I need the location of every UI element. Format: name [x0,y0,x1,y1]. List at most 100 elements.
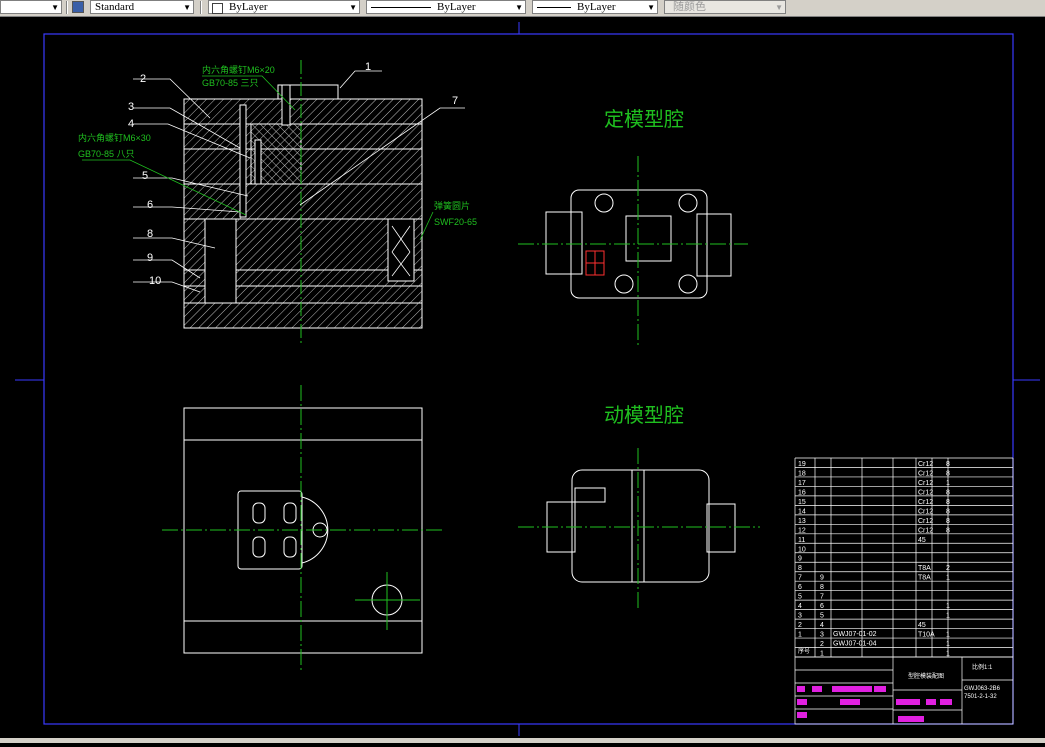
bom-seq-number: 8 [798,565,802,572]
bom-seq-number: 17 [798,480,806,487]
layer-color-select[interactable]: ByLayer ▼ [208,0,360,14]
bom-seq-number: 19 [798,461,806,468]
bom-quantity: 1 [946,613,950,620]
layer-color-value: ByLayer [229,1,268,13]
chevron-down-icon: ▼ [775,3,783,12]
note-screw2-line1: 内六角螺钉M6×30 [78,132,151,143]
note-screw2-line2: GB70-85 八只 [78,149,135,159]
bom-material: 45 [918,537,926,544]
bom-quantity: 8 [946,518,950,525]
bom-seq-number: 3 [798,613,802,620]
bom-material: T8A [918,575,931,582]
cad-drawing: 1 2 3 4 5 6 7 8 9 10 内六角螺钉M6×20 GB70-85 … [15,22,1040,736]
bom-seq-number: 11 [798,537,805,544]
note-spring-line1: 弹簧圆片 [434,200,470,211]
bom-material: Cr12 [918,470,933,477]
lineweight-sample-icon [537,7,571,8]
bom-material: Cr12 [918,508,933,515]
bom-part-number: 8 [820,584,824,591]
textstyle-value: Standard [95,1,135,13]
bom-material: Cr12 [918,518,933,525]
chevron-down-icon: ▼ [183,3,191,12]
bom-quantity: 1 [946,651,950,658]
bom-material: Cr12 [918,480,933,487]
note-spring-line2: SWF20-65 [434,217,477,227]
bom-quantity: 2 [946,565,950,572]
callout-6: 6 [147,199,153,211]
bom-seq-number: 5 [798,594,802,601]
bom-seq-number: 18 [798,470,806,477]
bom-part-number: 2 [820,641,824,648]
bom-quantity: 1 [946,575,950,582]
linetype-select[interactable]: ByLayer ▼ [366,0,526,14]
callout-3: 3 [128,101,134,113]
bom-quantity: 8 [946,461,950,468]
bom-quantity: 1 [946,632,950,639]
bom-seq-number: 15 [798,499,806,506]
callout-2: 2 [140,73,146,85]
moving-cavity-title: 动模型腔 [604,404,684,427]
callout-1: 1 [365,61,371,73]
bom-part-number: 9 [820,575,824,582]
bom-table: 19181716151413121110987654321987654321Cr… [794,457,1014,658]
textstyle-icon[interactable] [72,1,84,13]
bom-material: Cr12 [918,527,933,534]
bom-quantity: 8 [946,470,950,477]
callout-5: 5 [142,170,148,182]
title-block-sub: 7501-2-1-32 [964,694,997,700]
toolbar-separator [200,1,202,14]
bom-seq-number: 1 [798,632,802,639]
chevron-down-icon: ▼ [647,3,655,12]
bom-quantity: 1 [946,641,950,648]
linetype-value: ByLayer [437,1,476,13]
callout-8: 8 [147,228,153,240]
fixed-cavity-title: 定模型腔 [604,108,684,131]
title-block-text: 型腔模装配图 GWJ063-2B6 7501-2-1-32 比例1:1 序号 [798,647,1001,700]
plotstyle-select: 随颜色 ▼ [664,0,786,14]
textstyle-select[interactable]: Standard ▼ [90,0,194,14]
bom-material: Cr12 [918,461,933,468]
bom-material: T10A [918,632,935,639]
title-block-magenta-fields [797,686,952,722]
color-swatch-icon [212,3,223,14]
bom-material: Cr12 [918,489,933,496]
bom-quantity: 8 [946,508,950,515]
moving-cavity-view [518,448,760,608]
bom-quantity: 1 [946,480,950,487]
bom-quantity: 1 [946,603,950,610]
fixed-cavity-view [518,156,748,348]
bom-seq-number: 10 [798,546,806,553]
bom-seq-number: 12 [798,527,806,534]
bom-part-number: 7 [820,594,824,601]
bom-seq-number: 13 [798,518,806,525]
lineweight-select[interactable]: ByLayer ▼ [532,0,658,14]
title-block-name: 型腔模装配图 [908,672,944,680]
callout-10: 10 [149,275,161,287]
bom-quantity: 8 [946,489,950,496]
lineweight-value: ByLayer [577,1,616,13]
bom-material: 45 [918,622,926,629]
callout-9: 9 [147,252,153,264]
toolbar-dropdown-left[interactable]: ▼ [0,0,62,14]
callout-4: 4 [128,118,134,130]
bom-seq-number: 9 [798,556,802,563]
chevron-down-icon: ▼ [51,3,59,12]
bom-part-number: 3 [820,632,824,639]
chevron-down-icon: ▼ [349,3,357,12]
plotstyle-value: 随颜色 [673,1,706,13]
plan-view [162,385,442,672]
bom-code: GWJ07-01-02 [833,631,877,638]
bom-quantity: 8 [946,499,950,506]
bom-seq-number: 7 [798,575,802,582]
bom-seq-number: 2 [798,622,802,629]
note-screw1-line1: 内六角螺钉M6×20 [202,64,275,75]
drawing-canvas[interactable]: 1 2 3 4 5 6 7 8 9 10 内六角螺钉M6×20 GB70-85 … [0,16,1045,743]
bom-header-seq: 序号 [798,647,810,655]
properties-toolbar: ▼ Standard ▼ ByLayer ▼ ByLayer ▼ ByLayer… [0,0,1045,17]
note-screw1-line2: GB70-85 三只 [202,78,259,88]
bom-code: GWJ07-01-04 [833,641,877,648]
title-block-scale: 比例1:1 [972,663,993,671]
status-strip [0,738,1045,743]
bom-material: T8A [918,565,931,572]
bom-part-number: 4 [820,622,824,629]
